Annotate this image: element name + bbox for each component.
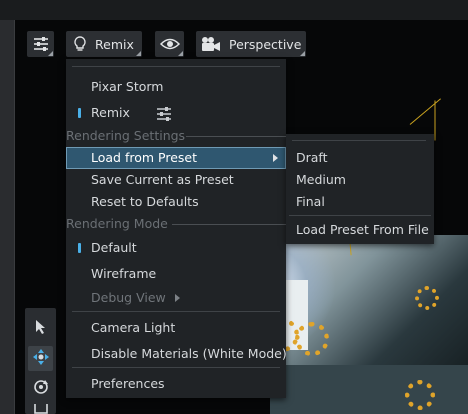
- submenu-item-medium[interactable]: Medium: [286, 169, 434, 191]
- viewport-settings-button[interactable]: [27, 31, 54, 57]
- menu-item-label: Wireframe: [91, 266, 157, 281]
- renderer-button[interactable]: Remix: [66, 31, 142, 57]
- preset-submenu: Draft Medium Final Load Preset From File: [286, 134, 434, 244]
- menu-item-label: Load Preset From File: [296, 222, 429, 237]
- camera-button[interactable]: Perspective: [196, 31, 306, 57]
- section-label: Rendering Settings: [66, 128, 188, 143]
- light-gizmo-icon[interactable]: [405, 380, 435, 410]
- menu-item-label: Remix: [91, 105, 130, 120]
- menu-item-label: Preferences: [91, 376, 165, 391]
- menu-item-mode-default[interactable]: Default: [66, 237, 286, 259]
- cursor-icon: [35, 319, 47, 339]
- menu-item-label: Camera Light: [91, 320, 176, 335]
- menu-item-save-preset[interactable]: Save Current as Preset: [66, 169, 286, 191]
- title-strip: [0, 0, 468, 20]
- rotate-icon: [33, 379, 49, 399]
- menu-separator: [72, 367, 280, 368]
- menu-item-preferences[interactable]: Preferences: [66, 373, 286, 395]
- checked-indicator: [78, 108, 81, 118]
- menu-item-label: Save Current as Preset: [91, 172, 234, 187]
- move-tool-button[interactable]: [28, 346, 53, 371]
- move-icon: [32, 348, 49, 369]
- sliders-icon[interactable]: [156, 106, 172, 128]
- submenu-arrow-icon: [273, 154, 278, 162]
- scale-icon: [33, 404, 49, 414]
- camera-label: Perspective: [229, 36, 302, 52]
- menu-separator: [289, 215, 431, 216]
- section-rendering-settings: Rendering Settings: [66, 128, 286, 144]
- menu-item-reset-defaults[interactable]: Reset to Defaults: [66, 191, 286, 213]
- menu-item-label: Draft: [296, 150, 328, 165]
- section-label: Rendering Mode: [66, 216, 170, 231]
- menu-item-label: Reset to Defaults: [91, 194, 199, 209]
- select-tool-button[interactable]: [28, 316, 53, 341]
- submenu-arrow-icon: [175, 294, 180, 302]
- submenu-item-load-preset-file[interactable]: Load Preset From File: [286, 219, 434, 241]
- menu-item-remix[interactable]: Remix: [66, 102, 286, 124]
- menu-separator: [72, 311, 280, 312]
- scene-floor: [270, 365, 468, 414]
- menu-item-label: Medium: [296, 172, 346, 187]
- menu-item-disable-materials[interactable]: Disable Materials (White Mode): [66, 343, 287, 365]
- menu-item-label: Load from Preset: [91, 150, 197, 165]
- menu-item-camera-light[interactable]: Camera Light: [66, 317, 286, 339]
- menu-item-label: Pixar Storm: [91, 79, 164, 94]
- camera-icon: [201, 36, 221, 52]
- eye-icon: [159, 38, 180, 50]
- selection-outline: [434, 100, 436, 141]
- menu-item-label: Final: [296, 194, 325, 209]
- section-rendering-mode: Rendering Mode: [66, 216, 286, 232]
- light-gizmo-icon[interactable]: [415, 286, 439, 310]
- selection-outline: [409, 98, 441, 125]
- scale-tool-button[interactable]: [28, 404, 53, 414]
- visibility-button[interactable]: [155, 31, 184, 57]
- menu-item-label: Default: [91, 240, 137, 255]
- submenu-item-final[interactable]: Final: [286, 191, 434, 213]
- menu-item-mode-wireframe[interactable]: Wireframe: [66, 263, 286, 285]
- light-gizmo-icon[interactable]: [295, 322, 329, 356]
- renderer-label: Remix: [95, 36, 134, 52]
- rotate-tool-button[interactable]: [28, 376, 53, 401]
- menu-item-load-from-preset[interactable]: Load from Preset: [66, 147, 286, 169]
- submenu-item-draft[interactable]: Draft: [286, 147, 434, 169]
- menu-item-label: Disable Materials (White Mode): [91, 346, 287, 361]
- lightbulb-icon: [74, 36, 86, 52]
- menu-item-debug-view: Debug View: [66, 287, 286, 309]
- menu-separator: [292, 140, 426, 141]
- checked-indicator: [78, 243, 81, 253]
- menu-item-pixar-storm[interactable]: Pixar Storm: [66, 76, 286, 98]
- sliders-icon: [33, 37, 49, 51]
- renderer-menu: Pixar Storm Remix Rendering Settings Loa…: [66, 59, 287, 398]
- menu-separator: [72, 66, 280, 67]
- menu-item-label: Debug View: [91, 290, 166, 305]
- transform-toolbar: [25, 308, 56, 414]
- left-panel-edge: [0, 20, 15, 414]
